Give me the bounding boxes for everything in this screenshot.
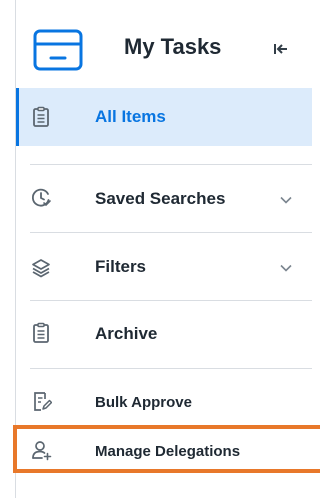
section-divider bbox=[30, 300, 312, 301]
menu-item-label: All Items bbox=[95, 107, 166, 126]
menu-item-label: Archive bbox=[95, 324, 158, 343]
chevron-down-icon[interactable] bbox=[279, 193, 293, 207]
menu-item-saved-searches[interactable]: Saved Searches bbox=[16, 170, 312, 228]
document-edit-icon bbox=[34, 392, 52, 411]
sidebar-header: My Tasks bbox=[16, 0, 312, 88]
section-divider bbox=[30, 164, 312, 165]
collapse-left-icon[interactable] bbox=[270, 38, 292, 60]
my-tasks-sidebar: My Tasks All Items Saved Searches Filter… bbox=[15, 0, 312, 498]
menu-item-all-items[interactable]: All Items bbox=[16, 88, 312, 146]
highlight-annotation bbox=[13, 425, 320, 473]
menu-item-filters[interactable]: Filters bbox=[16, 238, 312, 296]
menu-item-label: Saved Searches bbox=[95, 189, 226, 208]
inbox-tray-icon bbox=[33, 29, 83, 71]
page-title: My Tasks bbox=[124, 34, 222, 59]
clipboard-icon bbox=[33, 322, 49, 343]
clock-search-icon bbox=[31, 188, 51, 207]
clipboard-icon bbox=[33, 106, 49, 127]
section-divider bbox=[30, 232, 312, 233]
chevron-down-icon[interactable] bbox=[279, 261, 293, 275]
menu-item-label: Bulk Approve bbox=[95, 394, 192, 411]
menu-item-label: Filters bbox=[95, 257, 147, 276]
menu-item-archive[interactable]: Archive bbox=[16, 306, 312, 364]
section-divider bbox=[30, 368, 312, 369]
layers-icon bbox=[32, 259, 50, 278]
menu-item-bulk-approve[interactable]: Bulk Approve bbox=[16, 376, 312, 426]
